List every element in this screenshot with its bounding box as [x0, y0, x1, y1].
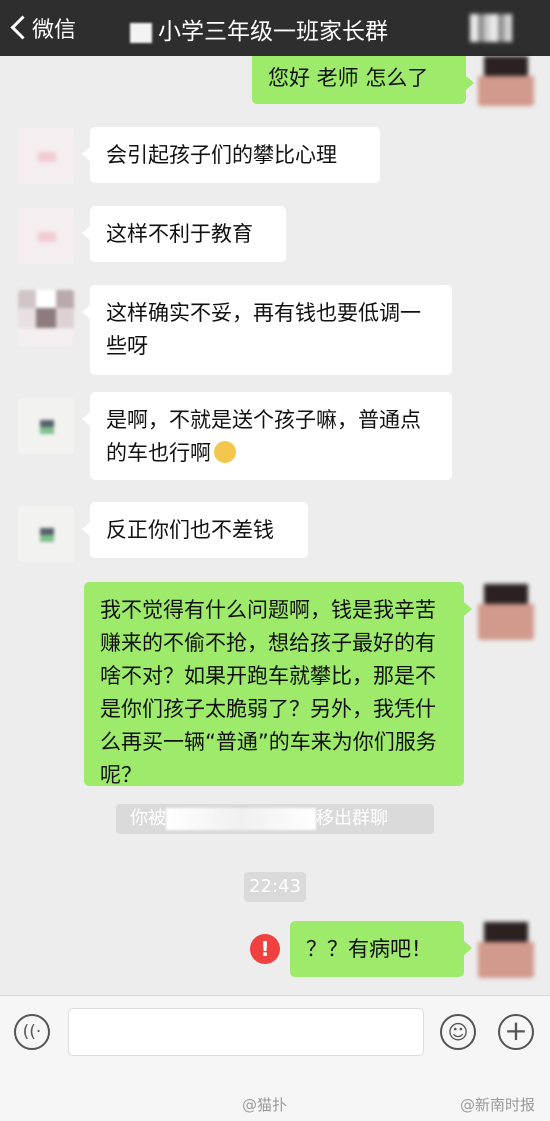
redacted-title-suffix	[470, 14, 512, 42]
smirk-face-icon	[214, 441, 236, 463]
avatar[interactable]	[18, 290, 74, 346]
message-bubble[interactable]: 是啊，不就是送个孩子嘛，普通点的车也行啊	[82, 392, 452, 480]
system-notice-suffix: 移出群聊	[316, 808, 388, 829]
chat-title-text: 小学三年级一班家长群	[158, 19, 388, 45]
chevron-left-icon	[10, 15, 26, 41]
voice-icon[interactable]: ((·	[14, 1014, 50, 1050]
message-bubble[interactable]: 这样不利于教育	[82, 206, 286, 262]
timestamp: 22:43	[244, 872, 306, 902]
chat-header: 微信 小学三年级一班家长群	[0, 0, 550, 56]
avatar[interactable]	[478, 56, 534, 106]
avatar[interactable]	[478, 922, 534, 978]
message-bubble[interactable]: 您好 老师 怎么了	[252, 56, 474, 104]
system-notice-removed: 你被 移出群聊	[116, 804, 434, 834]
chat-title: 小学三年级一班家长群	[130, 12, 388, 46]
message-input[interactable]	[68, 1008, 424, 1056]
watermark-source: @猫扑	[242, 1096, 288, 1114]
redacted-title-prefix	[130, 22, 152, 43]
avatar[interactable]	[18, 128, 74, 184]
avatar[interactable]	[478, 584, 534, 640]
avatar[interactable]	[18, 208, 74, 264]
back-label: 微信	[32, 18, 77, 43]
avatar[interactable]	[18, 398, 74, 454]
back-button[interactable]: 微信	[10, 10, 76, 46]
send-failed-icon[interactable]: !	[250, 934, 280, 964]
message-bubble[interactable]: 我不觉得有什么问题啊，钱是我辛苦赚来的不偷不抢，想给孩子最好的有啥不对？如果开跑…	[84, 582, 472, 787]
redacted-name	[166, 808, 316, 830]
system-notice-prefix: 你被	[130, 808, 166, 829]
message-text: 是啊，不就是送个孩子嘛，普通点的车也行啊	[106, 408, 421, 465]
avatar[interactable]	[18, 506, 74, 562]
input-bar: ((· ☺ + @猫扑 @新南时报	[0, 995, 550, 1121]
emoji-icon[interactable]: ☺	[440, 1014, 476, 1050]
watermark-publisher: @新南时报	[460, 1096, 536, 1114]
message-bubble[interactable]: ？？有病吧！	[290, 921, 472, 977]
plus-icon[interactable]: +	[498, 1014, 534, 1050]
message-bubble[interactable]: 这样确实不妥，再有钱也要低调一些呀	[82, 285, 452, 375]
message-bubble[interactable]: 反正你们也不差钱	[82, 502, 308, 558]
message-bubble[interactable]: 会引起孩子们的攀比心理	[82, 127, 380, 183]
